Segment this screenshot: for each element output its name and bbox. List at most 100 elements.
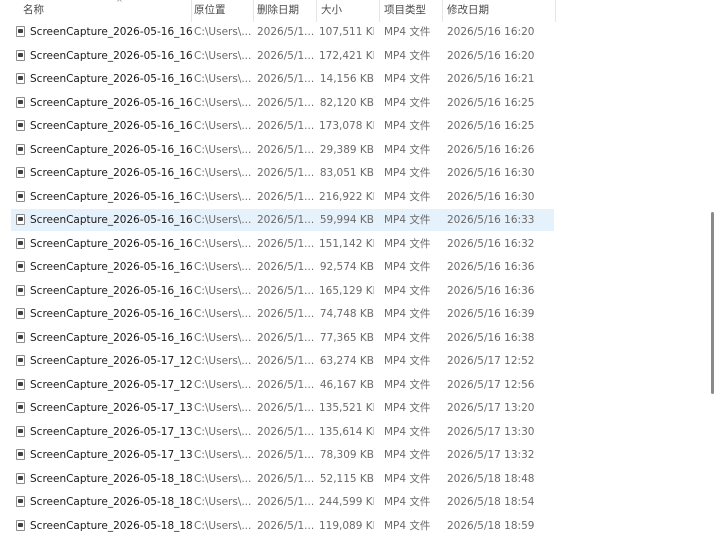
file-name: ScreenCapture_2026-05-18_18-...: [30, 519, 192, 532]
table-row[interactable]: ScreenCapture_2026-05-18_18-... C:\Users\…: [11, 491, 554, 513]
item-type: MP4 文件: [384, 96, 431, 109]
video-file-icon: [16, 73, 25, 84]
file-size: 14,156 KB: [319, 73, 374, 85]
original-location: C:\Users\...: [194, 73, 252, 85]
file-name: ScreenCapture_2026-05-16_16-...: [30, 284, 192, 297]
column-header-deleted-label: 删除日期: [257, 4, 299, 16]
file-name: ScreenCapture_2026-05-16_16-...: [30, 120, 192, 132]
file-name: ScreenCapture_2026-05-16_16-...: [30, 73, 192, 85]
original-location: C:\Users\...: [194, 449, 252, 461]
file-size: 52,115 KB: [319, 472, 374, 485]
date-deleted: 2026/5/1...: [257, 519, 315, 532]
date-modified: 2026/5/16 16:39: [447, 308, 535, 320]
date-modified: 2026/5/17 12:52: [447, 355, 535, 367]
file-name: ScreenCapture_2026-05-16_16-...: [30, 214, 192, 226]
video-file-icon: [16, 449, 25, 460]
date-modified: 2026/5/18 18:54: [447, 496, 535, 508]
item-type: MP4 文件: [384, 472, 431, 485]
column-header-name[interactable]: ^ 名称: [18, 0, 191, 20]
original-location: C:\Users\...: [194, 214, 252, 226]
original-location: C:\Users\...: [194, 143, 252, 156]
table-row[interactable]: ScreenCapture_2026-05-17_13-... C:\Users\…: [11, 444, 554, 466]
date-deleted: 2026/5/1...: [257, 96, 315, 109]
date-deleted: 2026/5/1...: [257, 449, 315, 461]
table-row[interactable]: ScreenCapture_2026-05-16_16-... C:\Users\…: [11, 303, 554, 325]
original-location: C:\Users\...: [194, 402, 252, 414]
original-location: C:\Users\...: [194, 378, 252, 391]
table-row[interactable]: ScreenCapture_2026-05-17_13-... C:\Users\…: [11, 421, 554, 443]
original-location: C:\Users\...: [194, 167, 252, 179]
item-type: MP4 文件: [384, 496, 431, 508]
table-row[interactable]: ScreenCapture_2026-05-16_16-... C:\Users\…: [11, 186, 554, 208]
date-deleted: 2026/5/1...: [257, 378, 315, 391]
table-row[interactable]: ScreenCapture_2026-05-17_12-... C:\Users\…: [11, 350, 554, 372]
table-row[interactable]: ScreenCapture_2026-05-18_18-... C:\Users\…: [11, 468, 554, 490]
sort-ascending-icon: ^: [116, 0, 123, 7]
table-row[interactable]: ScreenCapture_2026-05-16_16-... C:\Users\…: [11, 68, 554, 90]
file-size: 74,748 KB: [319, 308, 374, 320]
table-row[interactable]: ScreenCapture_2026-05-16_16-... C:\Users\…: [11, 233, 554, 255]
column-header-location[interactable]: 原位置: [189, 0, 252, 20]
file-name: ScreenCapture_2026-05-17_13-...: [30, 449, 192, 461]
original-location: C:\Users\...: [194, 519, 252, 532]
date-modified: 2026/5/16 16:25: [447, 120, 535, 132]
file-name: ScreenCapture_2026-05-16_16-...: [30, 261, 192, 273]
table-row[interactable]: ScreenCapture_2026-05-18_18-... C:\Users\…: [11, 515, 554, 537]
date-deleted: 2026/5/1...: [257, 308, 315, 320]
column-header-type[interactable]: 项目类型: [379, 0, 442, 20]
original-location: C:\Users\...: [194, 26, 252, 38]
file-name: ScreenCapture_2026-05-16_16-...: [30, 331, 192, 344]
table-row[interactable]: ScreenCapture_2026-05-16_16-... C:\Users\…: [11, 256, 554, 278]
table-row[interactable]: ScreenCapture_2026-05-16_16-... C:\Users\…: [11, 209, 554, 231]
column-header-deleted[interactable]: 删除日期: [252, 0, 316, 20]
original-location: C:\Users\...: [194, 190, 252, 203]
file-size: 77,365 KB: [319, 331, 374, 344]
date-deleted: 2026/5/1...: [257, 73, 315, 85]
video-file-icon: [16, 402, 25, 413]
date-modified: 2026/5/16 16:38: [447, 331, 535, 344]
file-name: ScreenCapture_2026-05-18_18-...: [30, 496, 192, 508]
table-row[interactable]: ScreenCapture_2026-05-17_12-... C:\Users\…: [11, 374, 554, 396]
table-row[interactable]: ScreenCapture_2026-05-16_16-... C:\Users\…: [11, 21, 554, 43]
file-name: ScreenCapture_2026-05-16_16-...: [30, 167, 192, 179]
date-deleted: 2026/5/1...: [257, 167, 315, 179]
file-size: 119,089 KB: [319, 519, 374, 532]
file-size: 107,511 KB: [319, 26, 374, 38]
file-size: 78,309 KB: [319, 449, 374, 461]
file-size: 135,521 KB: [319, 402, 374, 414]
item-type: MP4 文件: [384, 519, 431, 532]
table-row[interactable]: ScreenCapture_2026-05-16_16-... C:\Users\…: [11, 327, 554, 349]
table-row[interactable]: ScreenCapture_2026-05-16_16-... C:\Users\…: [11, 162, 554, 184]
original-location: C:\Users\...: [194, 355, 252, 367]
item-type: MP4 文件: [384, 26, 431, 38]
column-divider[interactable]: [555, 0, 556, 22]
item-type: MP4 文件: [384, 73, 431, 85]
column-header-modified[interactable]: 修改日期: [442, 0, 552, 20]
table-row[interactable]: ScreenCapture_2026-05-16_16-... C:\Users\…: [11, 280, 554, 302]
date-deleted: 2026/5/1...: [257, 120, 315, 132]
date-modified: 2026/5/18 18:59: [447, 519, 535, 532]
table-row[interactable]: ScreenCapture_2026-05-16_16-... C:\Users\…: [11, 45, 554, 67]
table-row[interactable]: ScreenCapture_2026-05-16_16-... C:\Users\…: [11, 115, 554, 137]
video-file-icon: [16, 284, 25, 296]
scrollbar-thumb[interactable]: [711, 212, 714, 394]
column-header-size[interactable]: 大小: [316, 0, 380, 20]
table-row[interactable]: ScreenCapture_2026-05-16_16-... C:\Users\…: [11, 139, 554, 161]
vertical-scrollbar[interactable]: [709, 0, 720, 546]
date-deleted: 2026/5/1...: [257, 26, 315, 38]
item-type: MP4 文件: [384, 261, 431, 273]
date-modified: 2026/5/16 16:33: [447, 214, 535, 226]
file-size: 29,389 KB: [319, 143, 374, 156]
original-location: C:\Users\...: [194, 496, 252, 508]
video-file-icon: [16, 496, 25, 507]
file-size: 165,129 KB: [319, 284, 374, 297]
file-name: ScreenCapture_2026-05-16_16-...: [30, 26, 192, 38]
table-row[interactable]: ScreenCapture_2026-05-16_16-... C:\Users\…: [11, 92, 554, 114]
date-modified: 2026/5/16 16:25: [447, 96, 535, 109]
date-modified: 2026/5/16 16:20: [447, 49, 535, 62]
file-name: ScreenCapture_2026-05-16_16-...: [30, 96, 192, 109]
date-deleted: 2026/5/1...: [257, 190, 315, 203]
item-type: MP4 文件: [384, 355, 431, 367]
table-row[interactable]: ScreenCapture_2026-05-17_13-... C:\Users\…: [11, 397, 554, 419]
date-deleted: 2026/5/1...: [257, 143, 315, 156]
